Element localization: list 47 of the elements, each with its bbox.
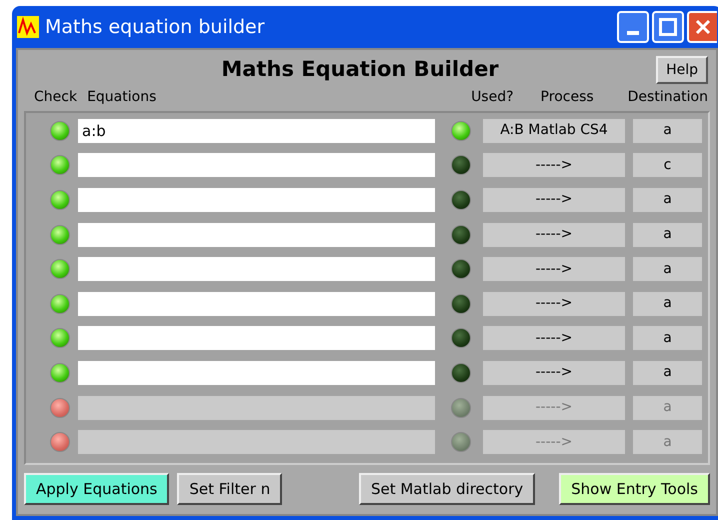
process-field: -----> [483,292,625,316]
equation-field[interactable] [78,360,436,385]
action-button[interactable]: Set Filter n [177,473,282,505]
destination-field: a [632,292,702,316]
destination-field: a [632,326,702,350]
equation-field[interactable] [78,153,436,178]
destination-field: a [632,188,702,212]
maximize-icon [659,18,677,36]
builder-heading: Maths Equation Builder [220,56,500,84]
column-header: Process [540,88,594,107]
destination-field: a [632,396,702,420]
action-button[interactable]: Apply Equations [24,473,170,505]
destination-field: a [632,430,702,454]
process-field: A:B Matlab CS4 [483,118,625,143]
destination-field: a [632,257,702,282]
process-field: -----> [483,326,625,350]
close-button[interactable] [687,11,717,43]
column-header: Used? [471,88,514,107]
destination-field: a [632,118,702,143]
close-icon [695,19,711,35]
column-header: Check [34,88,78,107]
process-field: -----> [483,430,625,454]
minimize-icon [627,31,639,35]
minimize-button[interactable] [617,11,649,43]
equation-field[interactable] [78,326,436,350]
process-field: -----> [483,257,625,282]
equation-field[interactable] [78,257,436,282]
window-title: Maths equation builder [45,14,265,40]
column-header: Equations [87,88,156,107]
process-field: -----> [483,396,625,420]
process-field: -----> [483,188,625,212]
equation-field[interactable]: a:b [78,118,436,143]
action-button[interactable]: Show Entry Tools [559,473,710,505]
column-header: Destination [628,88,708,107]
maximize-button[interactable] [652,11,684,43]
process-field: -----> [483,360,625,385]
app-icon [17,16,39,38]
destination-field: a [632,360,702,385]
help-button[interactable]: Help [656,56,708,84]
equation-field[interactable] [78,222,436,247]
destination-field: a [632,222,702,247]
equation-field[interactable] [78,188,436,212]
destination-field: c [632,153,702,178]
equation-field[interactable] [78,292,436,316]
process-field: -----> [483,153,625,178]
process-field: -----> [483,222,625,247]
action-button[interactable]: Set Matlab directory [358,473,536,505]
